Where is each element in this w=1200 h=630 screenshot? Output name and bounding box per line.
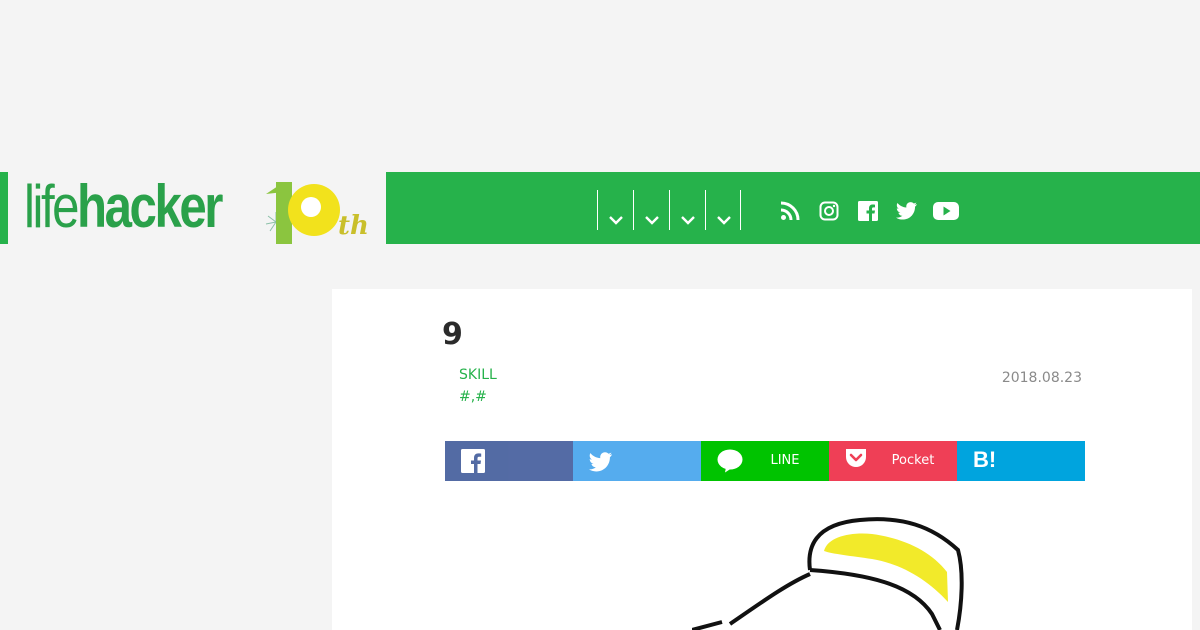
facebook-link[interactable] xyxy=(848,198,887,224)
logo-accent-bar xyxy=(0,172,8,244)
chevron-down-icon xyxy=(681,216,695,225)
share-twitter-button[interactable] xyxy=(573,441,701,481)
site-logo[interactable]: lifehacker th xyxy=(0,172,386,244)
rss-icon xyxy=(780,201,799,221)
nav-dropdown-2[interactable] xyxy=(633,190,669,230)
share-bar: LINE Pocket B! xyxy=(445,441,1085,481)
article-card: 9 SKILL #,# 2018.08.23 LINE Pocket B! xyxy=(332,289,1192,630)
share-line-label: LINE xyxy=(770,453,800,468)
chevron-down-icon xyxy=(609,216,623,225)
article-date: 2018.08.23 xyxy=(1001,370,1082,386)
youtube-link[interactable] xyxy=(926,198,965,224)
share-pocket-button[interactable]: Pocket xyxy=(829,441,957,481)
hatena-bookmark-icon: B! xyxy=(973,447,997,472)
facebook-icon xyxy=(461,449,485,473)
facebook-icon xyxy=(857,201,878,221)
share-line-button[interactable]: LINE xyxy=(701,441,829,481)
logo-wordmark: lifehacker xyxy=(24,173,223,240)
article-category-link[interactable]: SKILL xyxy=(459,367,497,383)
instagram-icon xyxy=(819,201,838,221)
nav-dropdown-1[interactable] xyxy=(597,190,633,230)
share-facebook-button[interactable] xyxy=(445,441,573,481)
nav-dropdown-group xyxy=(597,190,741,230)
anniversary-10th-badge: th xyxy=(265,182,369,244)
nav-dropdown-3[interactable] xyxy=(669,190,705,230)
twitter-link[interactable] xyxy=(887,198,926,224)
main-navbar xyxy=(386,172,1200,244)
rss-link[interactable] xyxy=(770,198,809,224)
article-tags[interactable]: #,# xyxy=(459,389,487,405)
svg-text:th: th xyxy=(338,211,369,241)
chevron-down-icon xyxy=(717,216,731,225)
share-hatena-button[interactable]: B! xyxy=(957,441,1085,481)
chevron-down-icon xyxy=(645,216,659,225)
share-pocket-label: Pocket xyxy=(891,453,935,468)
twitter-icon xyxy=(895,202,917,220)
instagram-link[interactable] xyxy=(809,198,848,224)
article-illustration xyxy=(692,517,964,630)
twitter-icon xyxy=(589,452,612,472)
youtube-icon xyxy=(932,202,959,220)
nav-dropdown-4[interactable] xyxy=(705,190,741,230)
article-title: 9 xyxy=(442,317,463,352)
social-links xyxy=(770,198,965,224)
